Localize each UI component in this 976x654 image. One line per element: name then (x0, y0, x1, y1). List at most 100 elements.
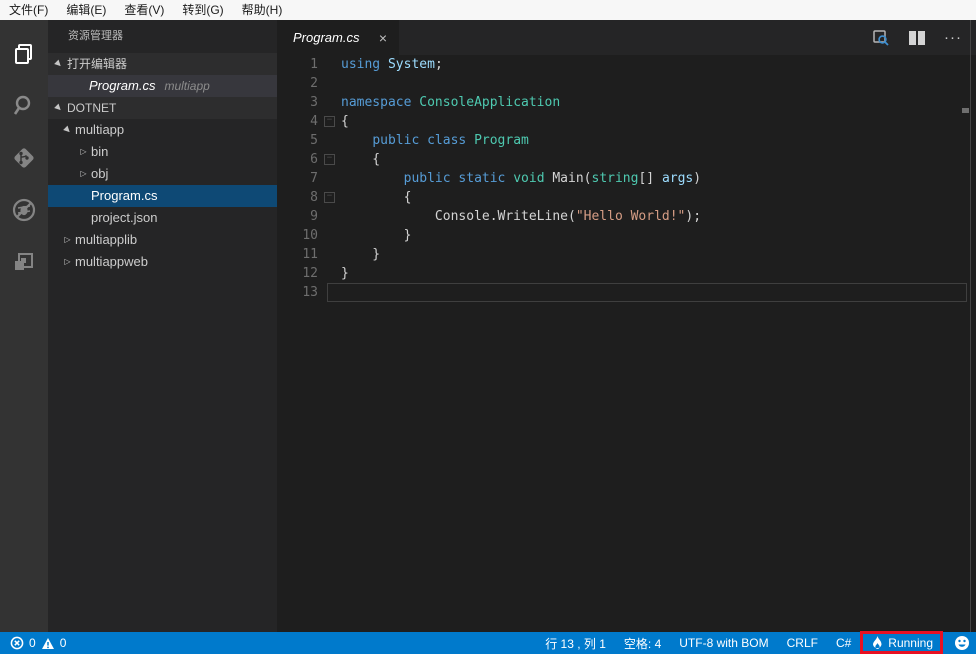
explorer-icon[interactable] (0, 28, 48, 80)
tree-item-bin[interactable]: ▷ bin (48, 141, 277, 163)
line-text: } (341, 247, 381, 262)
tree-item-label: bin (91, 144, 109, 159)
fold-gutter (318, 93, 341, 112)
open-editor-item[interactable]: Program.cs multiapp (48, 75, 277, 97)
code-line[interactable]: 3 namespace ConsoleApplication (277, 93, 976, 112)
code-line[interactable]: 5 public class Program (277, 131, 976, 150)
search-icon[interactable] (0, 80, 48, 132)
code-line[interactable]: 9 Console.WriteLine("Hello World!"); (277, 207, 976, 226)
line-number: 11 (302, 247, 318, 262)
menu-item[interactable]: 帮助(H) (233, 0, 292, 20)
line-text: namespace ConsoleApplication (341, 95, 561, 110)
flame-icon (873, 636, 882, 649)
line-text: } (341, 228, 412, 243)
cursor-position[interactable]: 行 13 , 列 1 (545, 635, 606, 652)
status-bar: 0 0 行 13 , 列 1 空格: 4 UTF-8 with BOM CRLF… (0, 631, 976, 654)
encoding-status[interactable]: UTF-8 with BOM (679, 636, 768, 650)
more-actions-icon[interactable]: ··· (942, 27, 964, 49)
error-icon (10, 636, 24, 650)
fold-gutter (318, 245, 341, 264)
line-number: 8 (310, 190, 318, 205)
fold-gutter (318, 207, 341, 226)
code-line[interactable]: 1 using System; (277, 55, 976, 74)
fold-gutter (318, 131, 341, 150)
editor-group: Program.cs × ··· 1 using System; 2 3 nam… (277, 20, 976, 632)
tree-item-label: multiapplib (75, 232, 138, 247)
tree-item-multiapplib[interactable]: ▷ multiapplib (48, 229, 277, 251)
line-number: 13 (302, 285, 318, 300)
tree-item-label: obj (91, 166, 109, 181)
code-line[interactable]: 2 (277, 74, 976, 93)
menu-item[interactable]: 编辑(E) (57, 0, 115, 20)
code-line[interactable]: 4{ (277, 112, 976, 131)
line-number: 3 (310, 95, 318, 110)
code-line[interactable]: 10 } (277, 226, 976, 245)
source-control-icon[interactable] (0, 132, 48, 184)
error-count: 0 (29, 636, 36, 650)
chevron-collapsed-icon: ▷ (80, 147, 87, 156)
line-number: 1 (310, 57, 318, 72)
open-preview-icon[interactable] (870, 27, 892, 49)
warnings-status[interactable]: 0 (41, 636, 66, 650)
tree-item-multiapp[interactable]: ▶ multiapp (48, 119, 277, 141)
close-icon[interactable]: × (375, 30, 391, 46)
line-number: 2 (310, 76, 318, 91)
fold-gutter (318, 283, 341, 302)
tab-program-cs[interactable]: Program.cs × (277, 20, 399, 55)
split-editor-icon[interactable] (906, 27, 928, 49)
line-number: 12 (302, 266, 318, 281)
language-mode[interactable]: C# (836, 636, 851, 650)
warning-icon (41, 637, 54, 649)
menu-item[interactable]: 文件(F) (0, 0, 57, 20)
line-number: 4 (310, 114, 318, 129)
menu-item[interactable]: 转到(G) (173, 0, 232, 20)
indentation-status[interactable]: 空格: 4 (624, 635, 661, 652)
code-line[interactable]: 6 { (277, 150, 976, 169)
omnisharp-running-status[interactable]: Running (860, 631, 943, 654)
errors-status[interactable]: 0 (10, 636, 36, 650)
feedback-smiley-icon[interactable] (954, 635, 970, 651)
open-editors-header[interactable]: ▶ 打开编辑器 (48, 53, 277, 75)
fold-gutter (318, 226, 341, 245)
code-line[interactable]: 8 { (277, 188, 976, 207)
line-number: 10 (302, 228, 318, 243)
line-text: { (341, 152, 381, 167)
code-line[interactable]: 13 (277, 283, 976, 302)
sidebar-title: 资源管理器 (68, 30, 123, 42)
file-tree: ▶ multiapp ▷ bin ▷ obj Program.cs project.json ▷… (48, 119, 277, 273)
fold-icon[interactable] (318, 150, 341, 169)
eol-status[interactable]: CRLF (787, 636, 818, 650)
line-text: using System; (341, 57, 443, 72)
fold-icon[interactable] (318, 188, 341, 207)
code-line[interactable]: 11 } (277, 245, 976, 264)
code-editor[interactable]: 1 using System; 2 3 namespace ConsoleApplica… (277, 55, 976, 632)
fold-gutter (318, 55, 341, 74)
folder-section-header[interactable]: ▶ DOTNET (48, 97, 277, 119)
ruler-marker (962, 108, 969, 113)
line-number: 9 (310, 209, 318, 224)
overview-ruler[interactable] (962, 20, 971, 632)
chevron-collapsed-icon: ▷ (64, 235, 71, 244)
chevron-collapsed-icon: ▷ (64, 257, 71, 266)
menu-bar: 文件(F) 编辑(E) 查看(V) 转到(G) 帮助(H) (0, 0, 976, 20)
line-number: 6 (310, 152, 318, 167)
tree-item-obj[interactable]: ▷ obj (48, 163, 277, 185)
tree-item-program-cs[interactable]: Program.cs (48, 185, 277, 207)
debug-disabled-icon[interactable] (0, 184, 48, 236)
fold-gutter (318, 264, 341, 283)
line-text: } (341, 266, 349, 281)
tab-label: Program.cs (293, 30, 360, 45)
tree-item-project-json[interactable]: project.json (48, 207, 277, 229)
sidebar-explorer: 资源管理器 ▶ 打开编辑器 Program.cs multiapp ▶ DOTNE… (48, 20, 277, 632)
line-text: public static void Main(string[] args) (403, 171, 702, 186)
extensions-icon[interactable] (0, 236, 48, 288)
fold-icon[interactable] (318, 112, 341, 131)
tree-item-multiappweb[interactable]: ▷ multiappweb (48, 251, 277, 273)
code-line[interactable]: 12} (277, 264, 976, 283)
line-text: { (341, 114, 349, 129)
code-line[interactable]: 7 public static void Main(string[] args) (277, 169, 976, 188)
menu-item[interactable]: 查看(V) (115, 0, 173, 20)
chevron-collapsed-icon: ▷ (80, 169, 87, 178)
activity-bar (0, 20, 48, 632)
vscode-window: 文件(F) 编辑(E) 查看(V) 转到(G) 帮助(H) 资源管理器 ▶ 打开… (0, 0, 976, 654)
